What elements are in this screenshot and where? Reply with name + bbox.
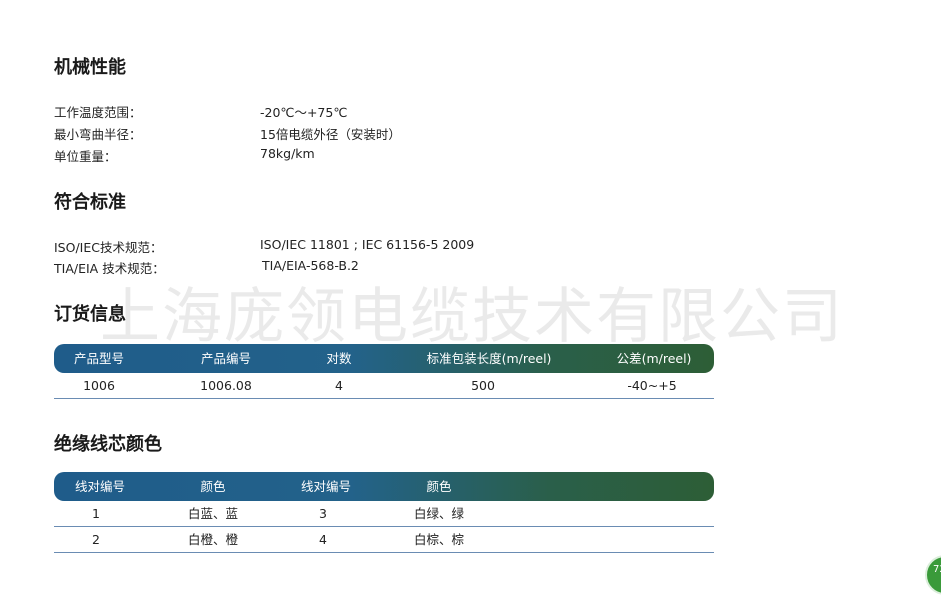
order-header-length: 标准包装长度(m/reel) [426,351,552,366]
mechanical-title: 机械性能 [54,57,126,78]
colors-table-header: 线对编号 颜色 线对编号 颜色 [54,472,714,501]
mechanical-value-bend: 15倍电缆外径（安装时） [260,127,401,142]
order-cell-model: 1006 [83,378,115,393]
order-title: 订货信息 [54,304,126,325]
colors-cell-pair: 4 [319,532,327,547]
standards-value-iso: ISO/IEC 11801 ; IEC 61156-5 2009 [260,237,475,252]
colors-header-pair1: 线对编号 [74,479,126,494]
table-row: 2 白橙、橙 4 白棕、棕 [54,527,714,553]
order-header-pairs: 对数 [326,351,352,366]
standards-label-tia: TIA/EIA 技术规范： [54,261,165,276]
colors-cell-pair: 2 [92,532,100,547]
colors-cell-color: 白橙、橙 [187,532,239,547]
mechanical-label-bend: 最小弯曲半径： [54,127,142,142]
colors-cell-color: 白蓝、蓝 [187,506,239,521]
colors-cell-pair: 3 [319,506,327,521]
colors-cell-pair: 1 [92,506,100,521]
table-row: 1006 1006.08 4 500 -40~+5 [54,373,714,399]
corner-badge-text: 72 [933,564,941,575]
colors-table: 线对编号 颜色 线对编号 颜色 1 白蓝、蓝 3 白绿、绿 2 白橙、橙 4 白… [54,472,714,553]
mechanical-label-temp: 工作温度范围： [54,105,142,120]
standards-value-tia: TIA/EIA-568-B.2 [262,258,359,273]
standards-title: 符合标准 [54,192,126,213]
standards-label-iso: ISO/IEC技术规范： [54,240,163,255]
colors-header-color1: 颜色 [200,479,226,494]
order-cell-pairs: 4 [335,378,343,393]
colors-cell-color: 白棕、棕 [413,532,465,547]
table-row: 1 白蓝、蓝 3 白绿、绿 [54,501,714,527]
colors-title: 绝缘线芯颜色 [54,434,162,455]
mechanical-value-temp: -20℃～+75℃ [260,105,348,120]
mechanical-label-weight: 单位重量： [54,149,117,164]
order-table-header: 产品型号 产品编号 对数 标准包装长度(m/reel) 公差(m/reel) [54,344,714,373]
watermark: 上海庞领电缆技术有限公司 [100,282,844,352]
order-table: 产品型号 产品编号 对数 标准包装长度(m/reel) 公差(m/reel) 1… [54,344,714,399]
mechanical-value-weight: 78kg/km [260,146,315,161]
order-header-code: 产品编号 [200,351,252,366]
order-cell-tolerance: -40~+5 [627,378,677,393]
order-header-tolerance: 公差(m/reel) [616,351,692,366]
colors-header-color2: 颜色 [426,479,452,494]
colors-cell-color: 白绿、绿 [413,506,465,521]
colors-header-pair2: 线对编号 [300,479,352,494]
order-cell-code: 1006.08 [200,378,252,393]
order-cell-length: 500 [471,378,495,393]
order-header-model: 产品型号 [73,351,125,366]
corner-badge[interactable]: 72 [925,555,941,595]
